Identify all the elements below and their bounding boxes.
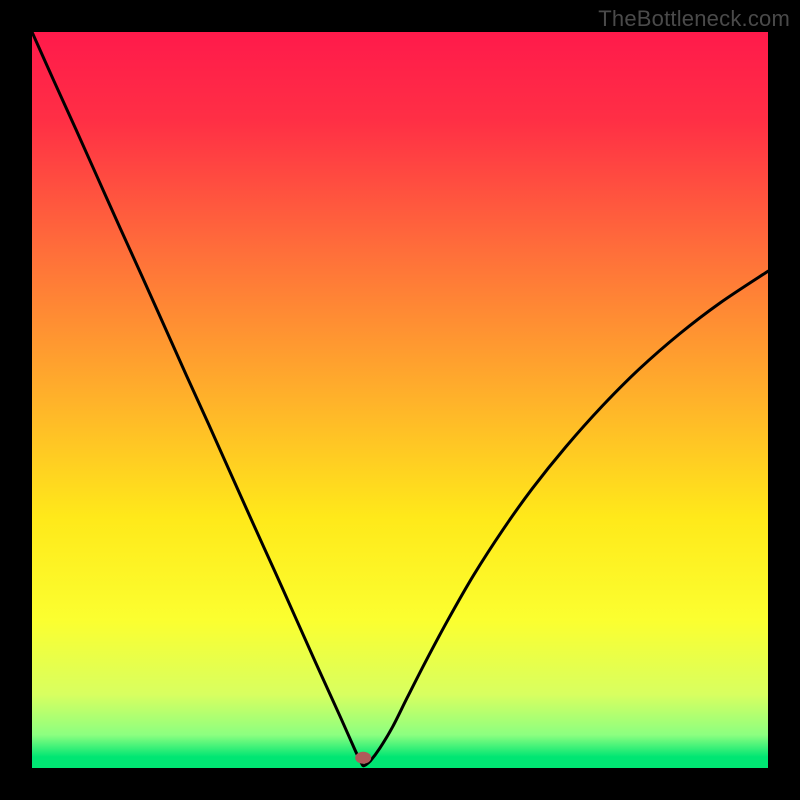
chart-area (32, 32, 768, 768)
watermark-text: TheBottleneck.com (598, 6, 790, 32)
gradient-background (32, 32, 768, 768)
optimal-point-marker (355, 752, 371, 764)
chart-svg (32, 32, 768, 768)
